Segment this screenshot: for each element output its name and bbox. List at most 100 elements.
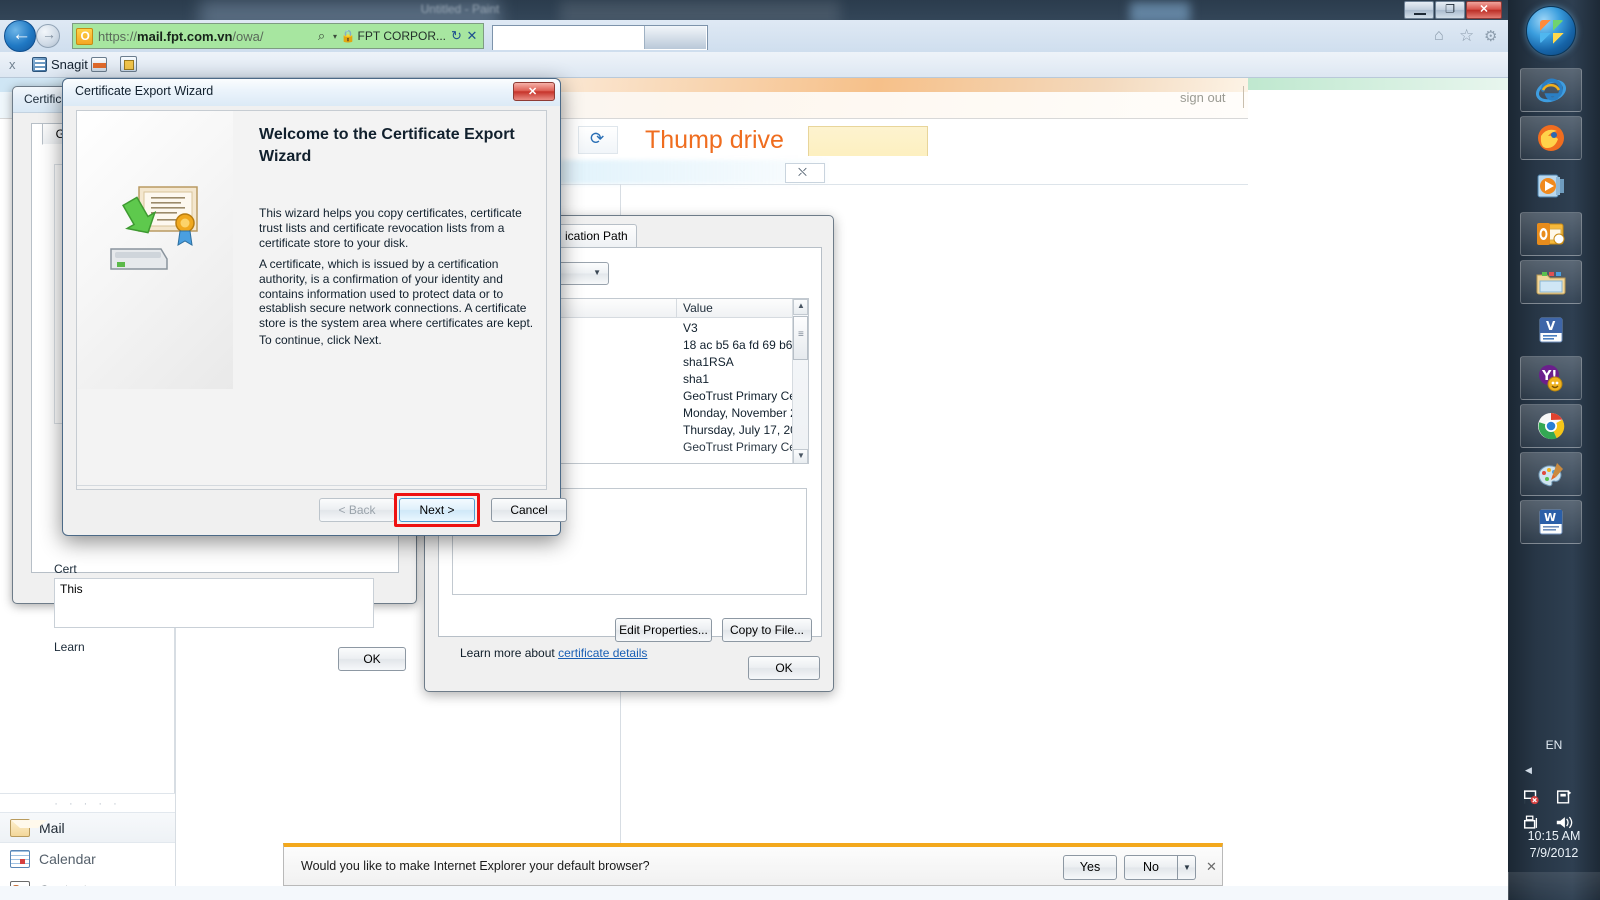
snagit-menu-label[interactable]: Snagit: [51, 57, 88, 72]
owa-nav-grip[interactable]: · · · · ·: [0, 798, 175, 810]
maximize-button[interactable]: ❐: [1435, 1, 1465, 19]
header-divider: [1243, 86, 1244, 108]
chevron-down-icon[interactable]: [1178, 855, 1196, 880]
tab-certification-path[interactable]: ication Path: [556, 224, 637, 248]
clock[interactable]: 10:15 AM 7/9/2012: [1508, 828, 1600, 862]
wizard-close-button[interactable]: [513, 82, 555, 101]
snagit-capture-icon[interactable]: [91, 57, 107, 72]
certificate-details-link[interactable]: certificate details: [558, 646, 647, 660]
stop-icon[interactable]: ✕: [464, 28, 480, 44]
site-favicon-icon: [76, 27, 93, 45]
taskbar-item-outlook[interactable]: [1520, 212, 1582, 256]
row-value: GeoTrust Primary Certification ...: [683, 389, 808, 403]
visio-icon: V: [1539, 317, 1563, 343]
certificate-status-box: This: [54, 578, 374, 628]
certificate-learn-more[interactable]: Learn: [54, 640, 85, 654]
sidebar-item-label: Calendar: [39, 850, 96, 867]
column-separator: [676, 299, 677, 318]
navigation-bar: https://mail.fpt.com.vn/owa/ ⌕ ▾ 🔒 FPT C…: [0, 20, 1508, 52]
page-right-gradient: [1248, 78, 1508, 90]
lock-icon: 🔒: [340, 29, 356, 43]
folder-icon: [1536, 272, 1566, 295]
gear-icon[interactable]: ⚙: [1484, 27, 1497, 45]
wizard-illustration-panel: [77, 111, 233, 389]
notification-message: Would you like to make Internet Explorer…: [301, 859, 650, 873]
page-right-area: [1248, 78, 1508, 886]
contacts-icon: [10, 880, 30, 886]
taskbar-item-paint[interactable]: [1520, 452, 1582, 496]
home-icon[interactable]: ⌂: [1434, 27, 1444, 45]
calendar-icon: [10, 849, 30, 868]
row-value: V3: [683, 321, 698, 335]
cancel-button[interactable]: Cancel: [491, 498, 567, 522]
sidebar-item-label: Contacts: [39, 882, 94, 887]
svg-text:V: V: [1546, 319, 1556, 333]
show-hidden-icons-button[interactable]: ◀: [1525, 765, 1532, 776]
search-icon[interactable]: ⌕: [314, 28, 330, 44]
window-titlebar[interactable]: Untitled - Paint ❐ ✕: [0, 0, 1508, 20]
outlook-icon: [1537, 223, 1565, 245]
taskbar-item-firefox[interactable]: [1520, 116, 1582, 160]
sidebar-item-contacts[interactable]: Contacts: [0, 874, 175, 886]
minimize-glyph: [1414, 13, 1426, 15]
certificate-details-ok-button[interactable]: OK: [748, 656, 820, 680]
no-button[interactable]: No: [1124, 855, 1178, 880]
wizard-titlebar[interactable]: Certificate Export Wizard: [63, 79, 560, 106]
taskbar-item-word[interactable]: W: [1520, 500, 1582, 544]
scrollbar-thumb[interactable]: [793, 316, 808, 360]
action-center-icon[interactable]: [1555, 788, 1573, 805]
taskbar: V Y! W EN ◀ 10:15 AM 7/9/2012: [1508, 0, 1600, 900]
back-button[interactable]: [4, 20, 36, 52]
sign-out-link[interactable]: sign out: [1180, 90, 1226, 105]
taskbar-item-windows-explorer[interactable]: [1520, 260, 1582, 304]
close-icon[interactable]: ✕: [1206, 859, 1217, 875]
language-indicator[interactable]: EN: [1508, 738, 1600, 752]
next-button[interactable]: Next >: [399, 498, 475, 522]
certificate-ok-button[interactable]: OK: [338, 647, 406, 671]
taskbar-item-media-player[interactable]: [1520, 164, 1582, 208]
forward-button[interactable]: [36, 24, 60, 48]
edit-properties-button[interactable]: Edit Properties...: [615, 618, 712, 642]
close-tab-icon[interactable]: [785, 163, 825, 183]
taskbar-item-google-chrome[interactable]: [1520, 404, 1582, 448]
scroll-down-icon[interactable]: [793, 449, 808, 463]
taskbar-item-internet-explorer[interactable]: [1520, 68, 1582, 112]
taskbar-item-yahoo-messenger[interactable]: Y!: [1520, 356, 1582, 400]
learn-more-prefix: Learn more about: [460, 646, 559, 660]
owa-navigation-pane: · · · · · Mail Calendar Contacts Tasks P…: [0, 793, 175, 886]
clock-time: 10:15 AM: [1527, 829, 1581, 843]
svg-text:W: W: [1544, 511, 1556, 524]
back-button: < Back: [319, 498, 395, 522]
yahoo-messenger-icon: Y!: [1539, 365, 1563, 392]
copy-to-file-button[interactable]: Copy to File...: [722, 618, 812, 642]
snagit-editor-icon[interactable]: [120, 56, 137, 72]
show-desktop-button[interactable]: [1508, 872, 1600, 900]
mail-icon: [10, 818, 47, 837]
close-button[interactable]: ✕: [1466, 1, 1502, 19]
url-host: mail.fpt.com.vn: [137, 28, 233, 44]
owa-refresh-button[interactable]: [578, 126, 618, 154]
row-value: Monday, November 27, 2006 ...: [683, 406, 808, 420]
flag-alert-icon[interactable]: [1522, 788, 1540, 805]
internet-explorer-icon: [1535, 78, 1567, 103]
yes-button[interactable]: Yes: [1063, 855, 1117, 880]
new-tab-button[interactable]: [644, 26, 706, 49]
scroll-up-icon[interactable]: [793, 299, 808, 315]
chevron-down-icon[interactable]: ▾: [330, 32, 341, 41]
internet-explorer-window: Untitled - Paint ❐ ✕ https://mail.fpt.co…: [0, 0, 1508, 886]
owa-folder-tab[interactable]: [808, 126, 928, 156]
sidebar-item-calendar[interactable]: Calendar: [0, 843, 175, 874]
address-bar[interactable]: https://mail.fpt.com.vn/owa/ ⌕ ▾ 🔒 FPT C…: [72, 23, 484, 49]
refresh-icon[interactable]: ↻: [449, 28, 464, 44]
paint-icon: [1538, 463, 1563, 487]
field-list-scrollbar[interactable]: [792, 299, 808, 463]
taskbar-item-visio[interactable]: V: [1520, 308, 1582, 352]
close-toolbar-icon[interactable]: x: [9, 57, 16, 72]
minimize-button[interactable]: [1404, 1, 1434, 19]
wizard-heading: Welcome to the Certificate Export Wizard: [259, 126, 515, 165]
certificate-org-label[interactable]: FPT CORPOR...: [355, 29, 449, 43]
sidebar-item-mail[interactable]: Mail: [0, 812, 175, 843]
start-button[interactable]: [1526, 6, 1576, 56]
star-icon[interactable]: ☆: [1459, 26, 1474, 46]
maximize-glyph: ❐: [1445, 3, 1455, 16]
